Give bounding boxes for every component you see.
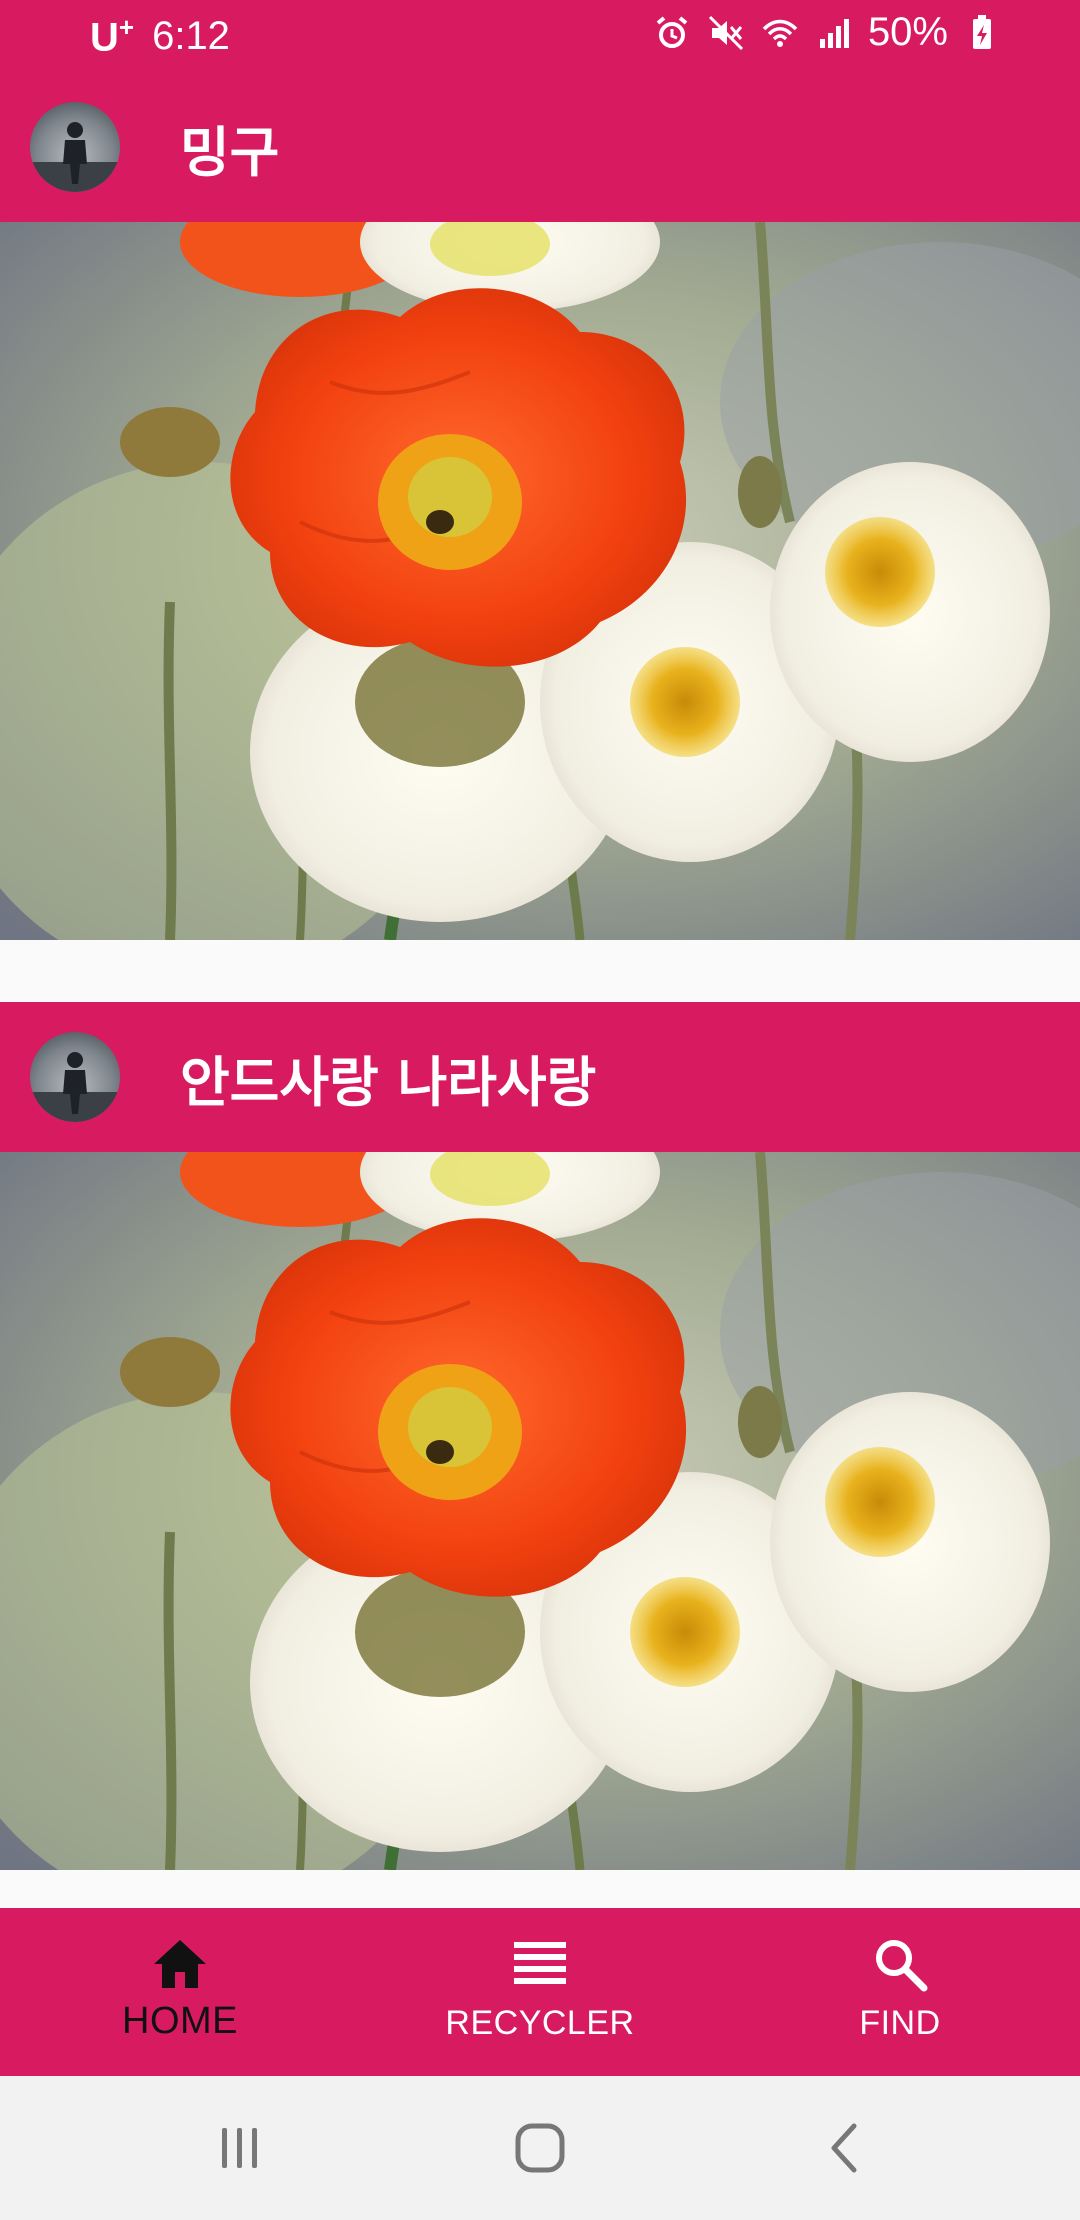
status-right: 50%: [652, 10, 1002, 55]
feed-image[interactable]: [0, 1152, 1080, 1870]
nav-label: RECYCLER: [445, 2004, 635, 2042]
status-time: 6:12: [152, 13, 230, 58]
alarm-icon: [652, 13, 692, 53]
card-title: 밍구: [180, 121, 280, 184]
system-navigation-bar: [0, 2076, 1080, 2220]
nav-item-find[interactable]: FIND: [720, 1908, 1080, 2076]
feed-image[interactable]: [0, 222, 1080, 940]
feed-card-header[interactable]: 밍구: [0, 72, 1080, 222]
home-icon: [148, 1932, 212, 1996]
status-left: U+ 6:12: [90, 12, 230, 60]
nav-item-recycler[interactable]: RECYCLER: [360, 1908, 720, 2076]
avatar[interactable]: [30, 102, 120, 192]
home-circle-icon[interactable]: [508, 2116, 572, 2180]
app-screen: U+ 6:12 50% 밍구 안드사랑 나라사랑 HOME RECYCLER F…: [0, 0, 1080, 2220]
back-icon[interactable]: [814, 2116, 878, 2180]
search-icon: [868, 1932, 932, 1996]
list-icon: [508, 1932, 572, 1996]
avatar[interactable]: [30, 1032, 120, 1122]
signal-icon: [814, 13, 854, 53]
feed-card-header[interactable]: 안드사랑 나라사랑: [0, 1002, 1080, 1152]
carrier-label: U+: [90, 12, 135, 60]
recents-icon[interactable]: [208, 2116, 272, 2180]
nav-item-home[interactable]: HOME: [0, 1908, 360, 2076]
card-title: 안드사랑 나라사랑: [180, 1051, 597, 1114]
nav-label: FIND: [859, 2004, 941, 2042]
bottom-navigation: HOME RECYCLER FIND: [0, 1908, 1080, 2076]
nav-label: HOME: [122, 2000, 238, 2042]
wifi-icon: [760, 13, 800, 53]
mute-icon: [706, 13, 746, 53]
status-bar: U+ 6:12 50%: [0, 0, 1080, 72]
battery-charging-icon: [962, 13, 1002, 53]
battery-percent: 50%: [867, 10, 948, 54]
